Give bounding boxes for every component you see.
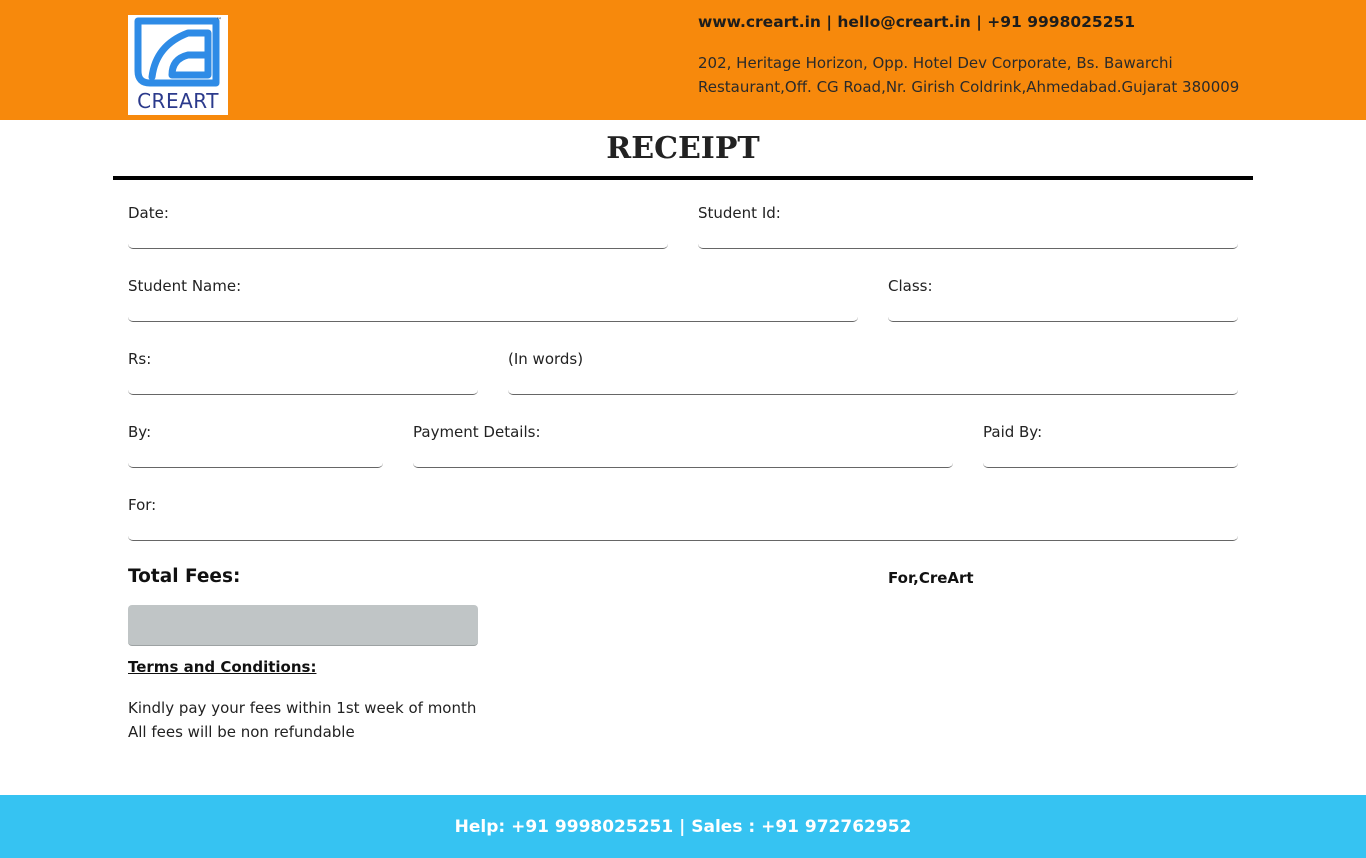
student-name-label: Student Name: [128, 277, 242, 295]
paid-by-input[interactable] [983, 457, 1238, 468]
rs-input[interactable] [128, 384, 478, 395]
in-words-input[interactable] [508, 384, 1238, 395]
for-label: For: [128, 496, 157, 514]
page-title: RECEIPT [606, 131, 760, 166]
total-fees-label: Total Fees: [128, 566, 241, 587]
footer-bar: Help: +91 9998025251 | Sales : +91 97276… [0, 795, 1366, 858]
class-input[interactable] [888, 311, 1238, 322]
trademark-symbol: ™ [216, 17, 222, 24]
payment-details-label: Payment Details: [413, 423, 541, 441]
by-label: By: [128, 423, 152, 441]
terms-text: Kindly pay your fees within 1st week of … [128, 699, 477, 741]
title-divider [113, 176, 1253, 180]
student-id-label: Student Id: [698, 204, 781, 222]
student-name-input[interactable] [128, 311, 858, 322]
payment-details-input[interactable] [413, 457, 953, 468]
in-words-label: (In words) [508, 350, 584, 368]
date-label: Date: [128, 204, 169, 222]
total-fees-input[interactable] [128, 605, 478, 646]
terms-title: Terms and Conditions: [128, 658, 317, 676]
footer-text: Help: +91 9998025251 | Sales : +91 97276… [454, 817, 912, 837]
rs-label: Rs: [128, 350, 152, 368]
date-input[interactable] [128, 238, 668, 249]
student-id-input[interactable] [698, 238, 1238, 249]
address: 202, Heritage Horizon, Opp. Hotel Dev Co… [698, 54, 1240, 96]
paid-by-label: Paid By: [983, 423, 1043, 441]
signature-label: For,CreArt [888, 569, 974, 587]
creart-logo: ™ CREART [128, 15, 228, 115]
logo-text: CREART [137, 89, 219, 113]
logo-mark-icon [134, 17, 220, 87]
for-input[interactable] [128, 530, 1238, 541]
by-input[interactable] [128, 457, 383, 468]
class-label: Class: [888, 277, 933, 295]
header-bar: ™ CREART www.creart.in | hello@creart.in… [0, 0, 1366, 120]
contact-line: www.creart.in | hello@creart.in | +91 99… [698, 13, 1136, 31]
